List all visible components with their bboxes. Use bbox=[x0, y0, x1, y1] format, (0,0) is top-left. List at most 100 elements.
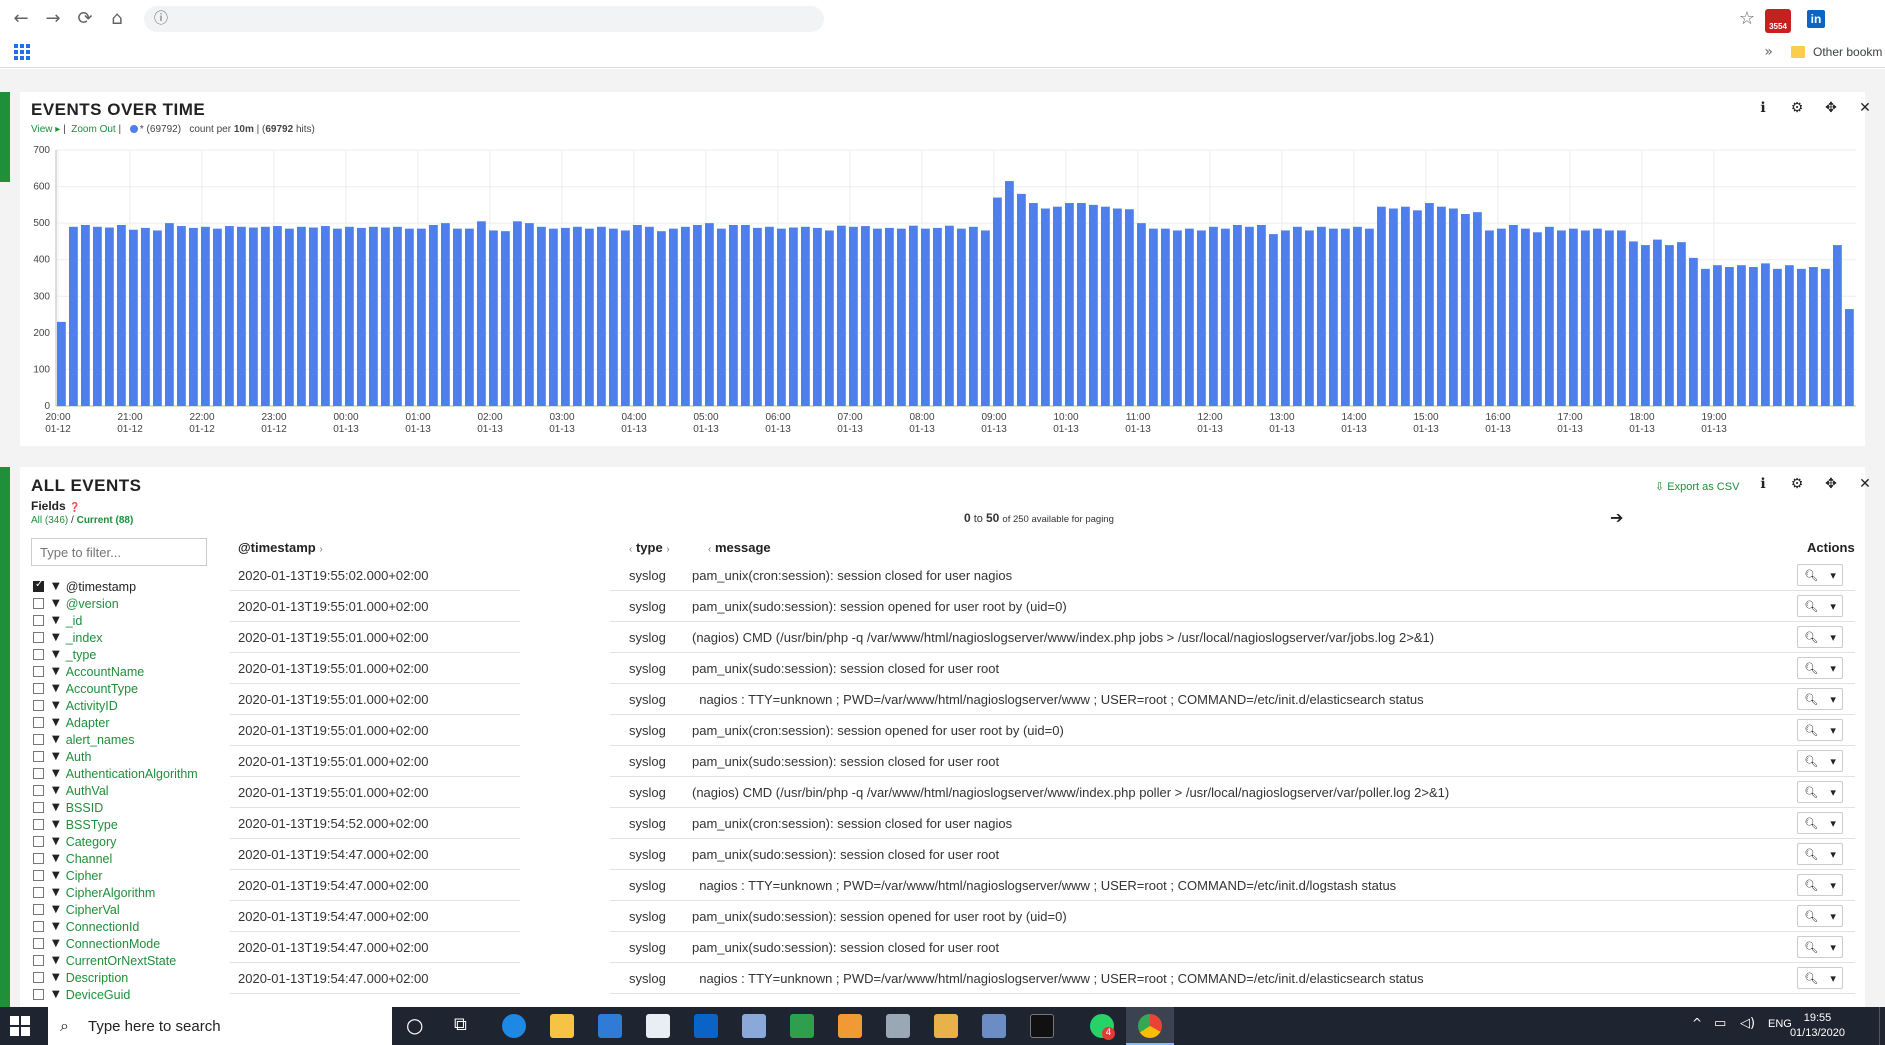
filter-funnel-icon[interactable]: ▼ bbox=[52, 989, 60, 1000]
row-actions-button[interactable]: 🔍︎ ▾ bbox=[1797, 843, 1843, 865]
excel-icon[interactable] bbox=[790, 1014, 814, 1038]
edge-icon[interactable] bbox=[502, 1014, 526, 1038]
search-icon[interactable]: 🔍︎ bbox=[1804, 569, 1818, 582]
field-checkbox[interactable] bbox=[33, 615, 44, 626]
field-item[interactable]: ▼ Auth bbox=[33, 748, 223, 765]
search-icon[interactable]: 🔍︎ bbox=[1804, 662, 1818, 675]
row-actions-button[interactable]: 🔍︎ ▾ bbox=[1797, 657, 1843, 679]
field-checkbox[interactable] bbox=[33, 632, 44, 643]
row-actions-button[interactable]: 🔍︎ ▾ bbox=[1797, 812, 1843, 834]
taskbar-clock[interactable]: 19:55 01/13/2020 bbox=[1790, 1011, 1845, 1041]
filter-funnel-icon[interactable]: ▼ bbox=[52, 785, 60, 796]
field-item[interactable]: ▼ BSSType bbox=[33, 816, 223, 833]
field-checkbox[interactable] bbox=[33, 666, 44, 677]
language-indicator[interactable]: ENG bbox=[1768, 1018, 1792, 1030]
move-icon[interactable]: ✥ bbox=[1823, 100, 1839, 116]
network-tool-icon[interactable] bbox=[982, 1014, 1006, 1038]
field-name[interactable]: AccountType bbox=[66, 682, 138, 696]
column-header-message[interactable]: ‹ message bbox=[708, 540, 771, 555]
store-icon[interactable] bbox=[598, 1014, 622, 1038]
field-item[interactable]: ▼ Description bbox=[33, 969, 223, 986]
field-name[interactable]: CurrentOrNextState bbox=[66, 954, 176, 968]
info-icon[interactable]: ℹ bbox=[1755, 100, 1771, 116]
reload-button[interactable]: ⟳ bbox=[74, 8, 96, 30]
field-name[interactable]: _index bbox=[66, 631, 103, 645]
chevron-down-icon[interactable]: ▾ bbox=[1830, 755, 1836, 768]
field-checkbox[interactable] bbox=[33, 955, 44, 966]
field-item[interactable]: ▼ _index bbox=[33, 629, 223, 646]
table-row[interactable]: syslog (nagios) CMD (/usr/bin/php -q /var… bbox=[610, 622, 1855, 653]
field-checkbox[interactable] bbox=[33, 938, 44, 949]
table-row[interactable]: syslog pam_unix(sudo:session): session op… bbox=[610, 591, 1855, 622]
chrome-icon[interactable] bbox=[1138, 1014, 1162, 1038]
row-actions-button[interactable]: 🔍︎ ▾ bbox=[1797, 564, 1843, 586]
field-item[interactable]: ▼ _type bbox=[33, 646, 223, 663]
chevron-down-icon[interactable]: ▾ bbox=[1830, 941, 1836, 954]
tray-overflow-icon[interactable]: ^ bbox=[1692, 1016, 1702, 1030]
bookmark-star-icon[interactable]: ☆ bbox=[1739, 8, 1755, 29]
cortana-icon[interactable]: ○ bbox=[406, 1013, 423, 1037]
chevron-down-icon[interactable]: ▾ bbox=[1830, 631, 1836, 644]
table-row[interactable]: syslog (nagios) CMD (/usr/bin/php -q /var… bbox=[610, 777, 1855, 808]
filter-funnel-icon[interactable]: ▼ bbox=[52, 683, 60, 694]
volume-icon[interactable]: ◁) bbox=[1740, 1016, 1755, 1031]
filter-funnel-icon[interactable]: ▼ bbox=[52, 853, 60, 864]
field-checkbox[interactable] bbox=[33, 802, 44, 813]
filter-funnel-icon[interactable]: ▼ bbox=[52, 938, 60, 949]
fields-all-link[interactable]: All (346) bbox=[31, 515, 68, 526]
close-icon[interactable]: ✕ bbox=[1857, 476, 1873, 492]
field-item[interactable]: ▼ alert_names bbox=[33, 731, 223, 748]
field-checkbox[interactable] bbox=[33, 768, 44, 779]
field-item[interactable]: ▼ @timestamp bbox=[33, 578, 223, 595]
mail-icon[interactable] bbox=[646, 1014, 670, 1038]
filter-funnel-icon[interactable]: ▼ bbox=[52, 921, 60, 932]
row-actions-button[interactable]: 🔍︎ ▾ bbox=[1797, 719, 1843, 741]
field-item[interactable]: ▼ ActivityID bbox=[33, 697, 223, 714]
filter-funnel-icon[interactable]: ▼ bbox=[52, 904, 60, 915]
start-button[interactable] bbox=[10, 1016, 30, 1036]
filter-funnel-icon[interactable]: ▼ bbox=[52, 598, 60, 609]
chevron-down-icon[interactable]: ▾ bbox=[1830, 724, 1836, 737]
column-header-timestamp[interactable]: @timestamp › bbox=[238, 540, 323, 555]
field-checkbox[interactable] bbox=[33, 989, 44, 1000]
file-explorer-icon[interactable] bbox=[550, 1014, 574, 1038]
table-row[interactable]: syslog pam_unix(sudo:session): session cl… bbox=[610, 746, 1855, 777]
field-name[interactable]: DeviceGuid bbox=[66, 988, 131, 1002]
taskbar-search-box[interactable]: ⌕ Type here to search bbox=[48, 1007, 392, 1045]
field-item[interactable]: ▼ DeviceGuid bbox=[33, 986, 223, 1002]
column-header-type[interactable]: ‹ type › bbox=[629, 540, 670, 555]
search-icon[interactable]: 🔍︎ bbox=[1804, 755, 1818, 768]
filter-funnel-icon[interactable]: ▼ bbox=[52, 615, 60, 626]
chevron-down-icon[interactable]: ▾ bbox=[1830, 848, 1836, 861]
table-row[interactable]: syslog pam_unix(sudo:session): session op… bbox=[610, 901, 1855, 932]
field-name[interactable]: Channel bbox=[66, 852, 113, 866]
field-item[interactable]: ▼ CipherVal bbox=[33, 901, 223, 918]
close-icon[interactable]: ✕ bbox=[1857, 100, 1873, 116]
field-name[interactable]: BSSID bbox=[66, 801, 104, 815]
back-button[interactable]: ← bbox=[10, 8, 32, 30]
filter-funnel-icon[interactable]: ▼ bbox=[52, 819, 60, 830]
field-item[interactable]: ▼ AccountName bbox=[33, 663, 223, 680]
filter-funnel-icon[interactable]: ▼ bbox=[52, 768, 60, 779]
chevron-down-icon[interactable]: ▾ bbox=[1830, 910, 1836, 923]
table-row[interactable]: syslog pam_unix(cron:session): session op… bbox=[610, 715, 1855, 746]
search-icon[interactable]: 🔍︎ bbox=[1804, 941, 1818, 954]
field-item[interactable]: ▼ ConnectionId bbox=[33, 918, 223, 935]
search-icon[interactable]: 🔍︎ bbox=[1804, 786, 1818, 799]
field-checkbox[interactable] bbox=[33, 972, 44, 983]
field-checkbox[interactable] bbox=[33, 700, 44, 711]
field-name[interactable]: ConnectionId bbox=[66, 920, 140, 934]
row-actions-button[interactable]: 🔍︎ ▾ bbox=[1797, 750, 1843, 772]
field-item[interactable]: ▼ Category bbox=[33, 833, 223, 850]
field-name[interactable]: Cipher bbox=[66, 869, 103, 883]
field-item[interactable]: ▼ CurrentOrNextState bbox=[33, 952, 223, 969]
field-item[interactable]: ▼ ConnectionMode bbox=[33, 935, 223, 952]
filter-funnel-icon[interactable]: ▼ bbox=[52, 666, 60, 677]
field-name[interactable]: Auth bbox=[66, 750, 92, 764]
field-checkbox[interactable] bbox=[33, 598, 44, 609]
field-name[interactable]: @timestamp bbox=[66, 580, 136, 594]
filter-funnel-icon[interactable]: ▼ bbox=[52, 972, 60, 983]
search-icon[interactable]: 🔍︎ bbox=[1804, 693, 1818, 706]
field-name[interactable]: CipherVal bbox=[66, 903, 120, 917]
search-icon[interactable]: 🔍︎ bbox=[1804, 817, 1818, 830]
